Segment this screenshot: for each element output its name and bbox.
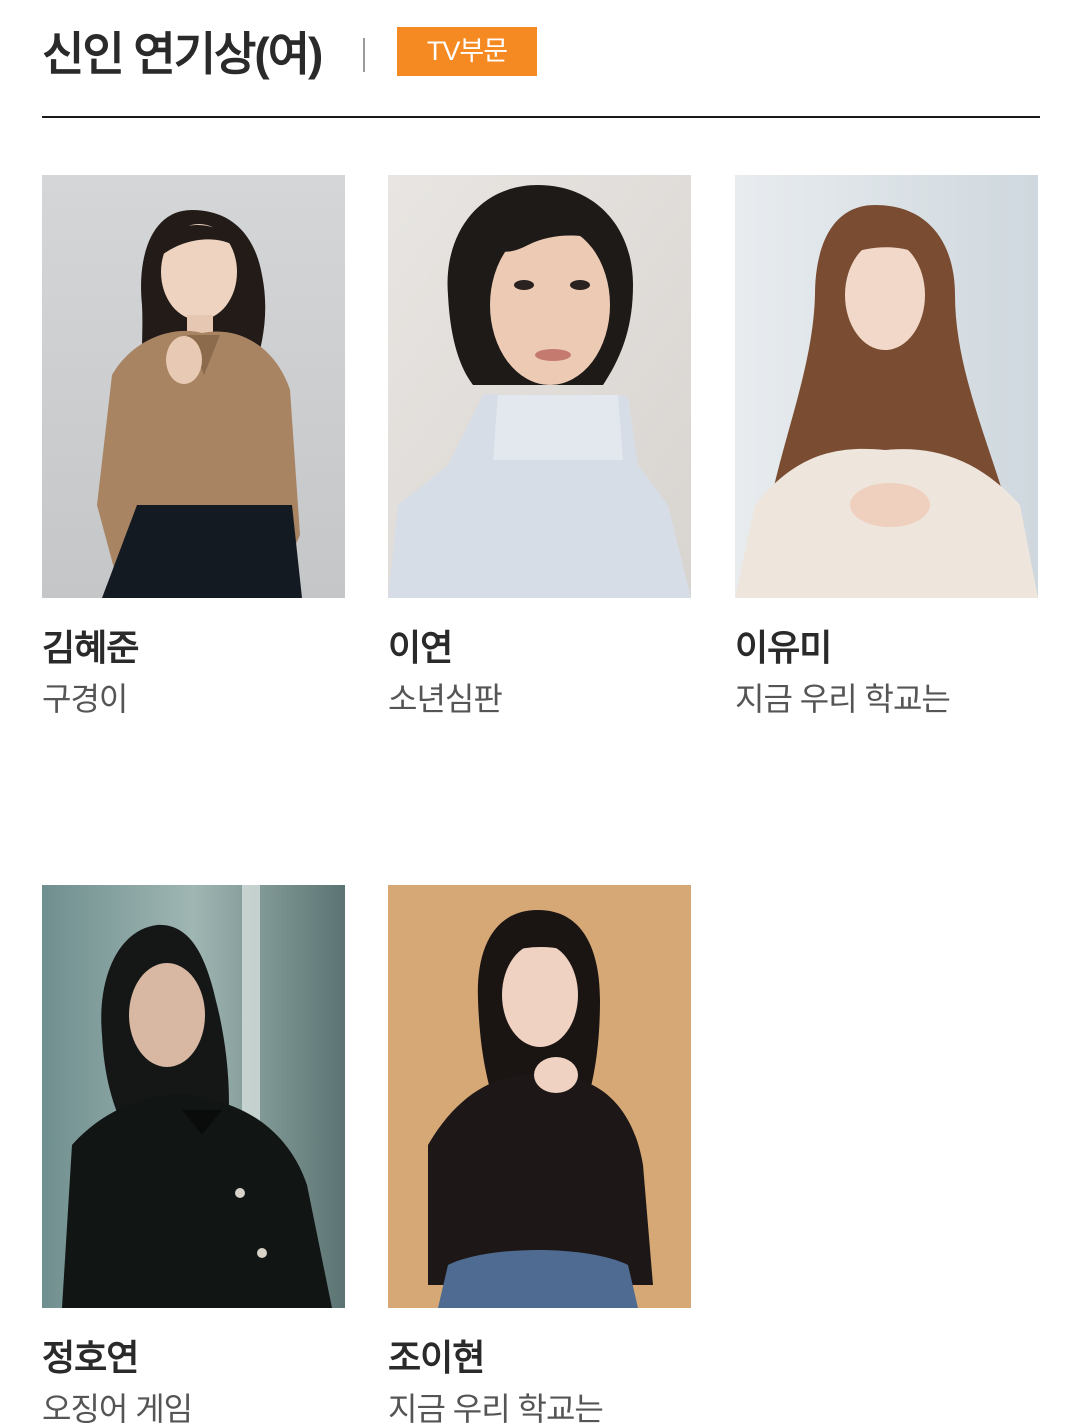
nominee-card[interactable]: 정호연 오징어 게임 bbox=[42, 885, 345, 1427]
portrait-image bbox=[388, 885, 691, 1308]
nominee-name: 김혜준 bbox=[42, 627, 139, 668]
nominee-photo bbox=[388, 885, 691, 1308]
nominee-name: 이연 bbox=[388, 627, 453, 668]
nominee-card[interactable]: 이연 소년심판 bbox=[388, 175, 691, 720]
portrait-image bbox=[735, 175, 1038, 598]
nominee-photo bbox=[735, 175, 1038, 598]
nominee-name: 조이현 bbox=[388, 1337, 485, 1378]
nominee-work: 구경이 bbox=[42, 681, 128, 717]
award-category-page: 신인 연기상(여) TV부문 김혜준 구경이 이연 소년심판 이유미 지금 우리… bbox=[0, 0, 1080, 1427]
nominee-work: 지금 우리 학교는 bbox=[735, 681, 951, 717]
portrait-image bbox=[42, 885, 345, 1308]
nominee-name: 이유미 bbox=[735, 627, 832, 668]
tv-category-badge[interactable]: TV부문 bbox=[397, 27, 537, 76]
portrait-image bbox=[42, 175, 345, 598]
nominee-photo bbox=[42, 175, 345, 598]
nominee-photo bbox=[42, 885, 345, 1308]
category-header: 신인 연기상(여) TV부문 bbox=[42, 22, 1040, 118]
nominee-card[interactable]: 김혜준 구경이 bbox=[42, 175, 345, 720]
nominee-work: 지금 우리 학교는 bbox=[388, 1391, 604, 1427]
nominee-work: 소년심판 bbox=[388, 681, 503, 717]
nominee-work: 오징어 게임 bbox=[42, 1391, 193, 1427]
nominee-card[interactable]: 이유미 지금 우리 학교는 bbox=[735, 175, 1038, 720]
nominee-name: 정호연 bbox=[42, 1337, 139, 1378]
nominee-card[interactable]: 조이현 지금 우리 학교는 bbox=[388, 885, 691, 1427]
category-title: 신인 연기상(여) bbox=[42, 28, 323, 80]
title-divider bbox=[363, 38, 365, 72]
portrait-image bbox=[388, 175, 691, 598]
nominee-photo bbox=[388, 175, 691, 598]
